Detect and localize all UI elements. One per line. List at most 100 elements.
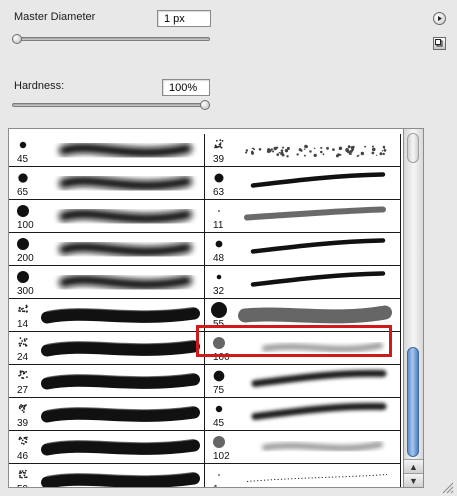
brush-tip-icon [9,233,37,255]
brush-stroke-preview [9,299,205,332]
flyout-arrow-icon [434,13,445,24]
brush-stroke-preview [205,365,401,398]
brush-tip-icon [9,134,37,156]
brush-size-label: 59 [17,484,28,488]
brush-size-label: 63 [213,187,224,198]
brush-tip-icon [9,464,37,486]
brush-preset-cell[interactable]: 24 [9,332,205,365]
brush-size-label: 24 [17,352,28,363]
master-diameter-label: Master Diameter [14,11,95,23]
brush-stroke-preview [9,464,205,488]
brush-tip-icon [9,266,37,288]
brush-preset-cell[interactable]: 45 [9,134,205,167]
brush-stroke-preview [205,398,401,431]
scroll-down-button[interactable]: ▼ [404,473,423,487]
brush-preset-cell[interactable]: 300 [9,266,205,299]
brush-stroke-preview [205,233,401,266]
brush-tip-icon [205,365,233,387]
scroll-up-button[interactable]: ▲ [404,459,423,473]
brush-preset-cell[interactable]: 39 [205,134,401,167]
brush-size-label: 75 [213,385,224,396]
brush-presets-panel: Master Diameter 1 px Hardness: 100% 45 6… [0,0,457,496]
brush-stroke-preview [205,464,401,488]
brush-size-label: 102 [213,451,230,462]
brush-tip-icon [205,266,233,288]
brush-tip-icon [9,332,37,354]
scrollbar-thumb[interactable] [407,347,419,457]
brush-size-label: 14 [17,319,28,330]
brush-tip-icon [9,167,37,189]
brush-tip-icon [205,398,233,420]
brush-stroke-preview [205,431,401,464]
flyout-menu-button[interactable] [433,12,446,25]
brush-stroke-preview [9,266,205,299]
brush-stroke-preview [9,134,205,167]
brush-tip-icon [205,134,233,156]
brush-preset-cell[interactable]: 14 [9,299,205,332]
brush-size-label: 1 [213,484,219,488]
brush-preset-cell[interactable]: 65 [9,167,205,200]
brush-preset-cell[interactable]: 75 [205,365,401,398]
brush-preset-cell[interactable]: 46 [9,431,205,464]
master-diameter-field[interactable]: 1 px [157,10,211,27]
brush-size-label: 27 [17,385,28,396]
brush-tip-icon [205,233,233,255]
brush-tip-icon [9,398,37,420]
brush-size-label: 39 [17,418,28,429]
brush-preset-cell[interactable]: 45 [205,398,401,431]
brush-preset-cell[interactable]: 1 [205,464,401,488]
brush-preset-cell[interactable]: 102 [205,431,401,464]
brush-tip-icon [9,200,37,222]
brush-preset-cell[interactable]: 27 [9,365,205,398]
master-diameter-slider[interactable] [12,37,210,41]
hardness-label: Hardness: [14,80,64,92]
brush-preset-cell[interactable]: 59 [9,464,205,488]
brush-preset-cell[interactable]: 11 [205,200,401,233]
resize-grip-icon[interactable] [440,480,454,494]
brush-stroke-preview [9,233,205,266]
brush-size-label: 32 [213,286,224,297]
hardness-slider-thumb[interactable] [200,100,210,110]
brush-stroke-preview [9,167,205,200]
brush-size-label: 48 [213,253,224,264]
scrollbar-track-cap [407,133,419,163]
brush-preset-grid: 45 65 100 200 300 14 24 27 39 46 59 39 6… [8,128,404,488]
brush-preset-cell[interactable]: 39 [9,398,205,431]
brush-tip-icon [205,167,233,189]
brush-size-label: 46 [17,451,28,462]
new-brush-button[interactable] [433,37,446,50]
brush-tip-icon [205,299,233,321]
brush-size-label: 200 [17,253,34,264]
brush-size-label: 300 [17,286,34,297]
brush-preset-cell[interactable]: 100 [9,200,205,233]
brush-tip-icon [205,431,233,453]
brush-stroke-preview [9,365,205,398]
new-brush-icon [434,38,445,49]
brush-size-label: 45 [17,154,28,165]
brush-size-label: 65 [17,187,28,198]
brush-size-label: 11 [213,220,223,231]
brush-tip-icon [9,365,37,387]
brush-tip-icon [205,200,233,222]
brush-size-label: 39 [213,154,224,165]
brush-preset-cell[interactable]: 32 [205,266,401,299]
brush-tip-icon [9,299,37,321]
brush-size-label: 45 [213,418,224,429]
brush-stroke-preview [205,134,401,167]
selected-brush-highlight [196,325,392,357]
brush-list-scrollbar[interactable]: ▲ ▼ [404,128,424,488]
master-diameter-slider-thumb[interactable] [12,34,22,44]
hardness-slider[interactable] [12,103,210,107]
brush-stroke-preview [205,200,401,233]
brush-tip-icon [205,464,233,486]
brush-stroke-preview [205,266,401,299]
brush-preset-cell[interactable]: 63 [205,167,401,200]
brush-stroke-preview [9,332,205,365]
hardness-field[interactable]: 100% [162,79,210,96]
brush-preset-cell[interactable]: 48 [205,233,401,266]
brush-size-label: 100 [17,220,34,231]
brush-stroke-preview [9,200,205,233]
brush-stroke-preview [205,167,401,200]
brush-stroke-preview [9,431,205,464]
brush-preset-cell[interactable]: 200 [9,233,205,266]
